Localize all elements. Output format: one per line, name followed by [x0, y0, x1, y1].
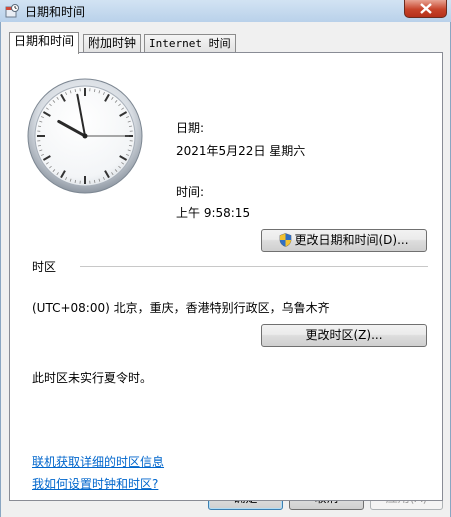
timezone-divider [80, 266, 428, 267]
close-icon [420, 3, 432, 14]
change-timezone-button[interactable]: 更改时区(Z)... [261, 324, 427, 347]
change-datetime-button[interactable]: 更改日期和时间(D)... [261, 229, 427, 252]
time-label: 时间: [176, 185, 205, 199]
tab-panel: 日期: 2021年5月22日 星期六 时间: 上午 9:58:15 更改日期和时… [9, 52, 443, 501]
how-to-set-clock-link[interactable]: 我如何设置时钟和时区? [32, 475, 158, 492]
datetime-app-icon [5, 4, 19, 18]
time-value: 上午 9:58:15 [176, 206, 251, 220]
tab-additional-clocks[interactable]: 附加时钟 [83, 34, 142, 52]
window-title: 日期和时间 [25, 5, 86, 19]
date-label: 日期: [176, 121, 205, 135]
dst-note: 此时区未实行夏令时。 [32, 371, 153, 385]
timezone-section-label: 时区 [32, 260, 57, 274]
uac-shield-icon [280, 233, 292, 247]
change-timezone-label: 更改时区(Z)... [305, 328, 383, 342]
online-timezone-info-link[interactable]: 联机获取详细的时区信息 [32, 453, 164, 470]
date-value: 2021年5月22日 星期六 [176, 144, 306, 158]
tab-label: 附加时钟 [88, 36, 137, 50]
dialog-body: 日期和时间 附加时钟 Internet 时间 日期: 2021年5月22日 星期… [0, 22, 451, 517]
clock-center [82, 133, 88, 139]
change-datetime-label: 更改日期和时间(D)... [294, 233, 409, 247]
tab-label: Internet 时间 [149, 37, 231, 50]
timezone-value: (UTC+08:00) 北京，重庆，香港特别行政区，乌鲁木齐 [32, 301, 330, 315]
tab-label: 日期和时间 [14, 34, 75, 48]
close-button[interactable] [404, 0, 447, 18]
tab-date-time[interactable]: 日期和时间 [9, 32, 80, 54]
analog-clock [27, 78, 143, 194]
tab-internet-time[interactable]: Internet 时间 [144, 34, 236, 52]
title-bar: 日期和时间 [0, 0, 451, 22]
